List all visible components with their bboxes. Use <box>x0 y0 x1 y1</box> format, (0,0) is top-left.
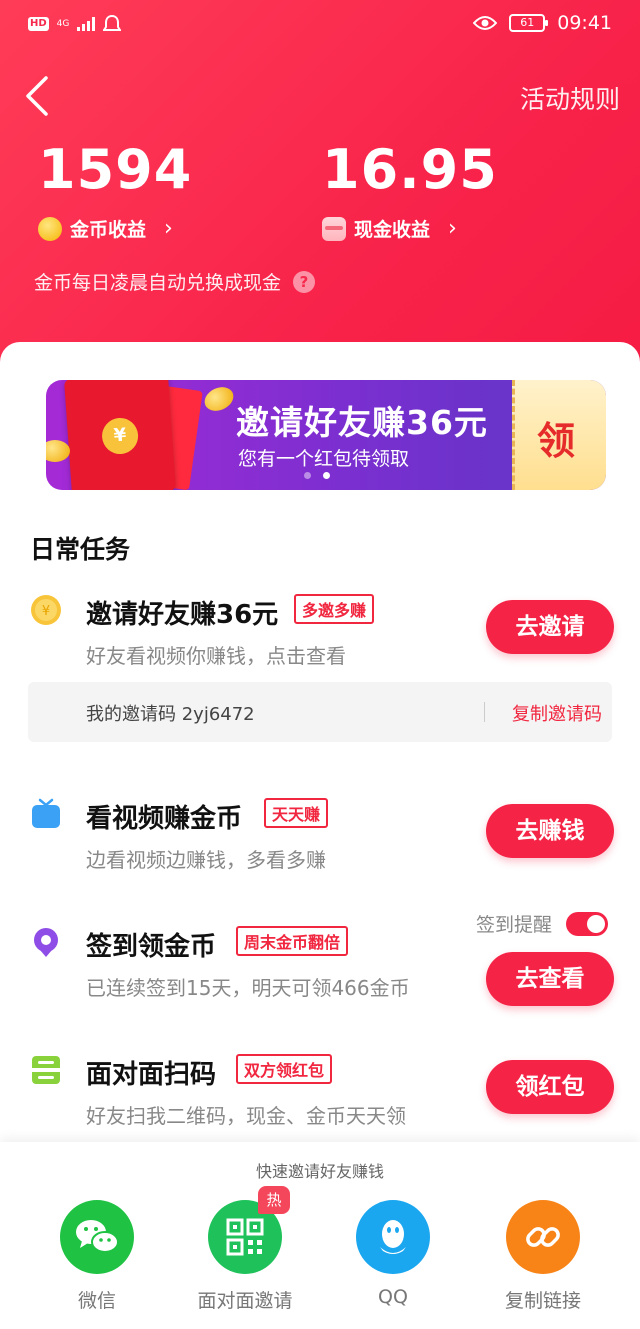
claim-red-packet-button[interactable]: 领红包 <box>486 1060 614 1114</box>
help-icon[interactable]: ? <box>293 270 316 293</box>
tv-icon <box>32 798 60 828</box>
back-button[interactable] <box>22 74 52 118</box>
coin-earnings-link[interactable]: 金币收益 › <box>38 215 192 242</box>
claim-ticket-label: 领 <box>537 419 576 463</box>
wechat-icon <box>60 1200 134 1274</box>
svg-text:¥: ¥ <box>42 604 50 619</box>
envelope-coin: ¥ <box>100 416 140 456</box>
task-title: 邀请好友赚36元 <box>86 600 279 630</box>
claim-ticket[interactable]: 领 <box>512 380 606 490</box>
task-desc: 已连续签到15天，明天可领466金币 <box>86 976 410 1000</box>
task-tag: 天天赚 <box>264 798 329 828</box>
cash-earnings-value: 16.95 <box>322 138 498 201</box>
cash-earnings-label: 现金收益 <box>354 219 431 241</box>
cash-earnings-link[interactable]: 现金收益 › <box>322 215 498 242</box>
scan-icon <box>32 1056 60 1084</box>
header: HD 4G 61 09:41 活动规则 1594 金币收益 › 16.95 现金… <box>0 0 640 400</box>
chevron-left-icon <box>26 76 48 116</box>
coin-decoration <box>200 382 238 416</box>
exchange-note-text: 金币每日凌晨自动兑换成现金 <box>34 272 282 294</box>
section-title: 日常任务 <box>30 535 131 564</box>
task-title: 看视频赚金币 <box>86 804 243 834</box>
chevron-right-icon: › <box>448 216 457 241</box>
clock: 09:41 <box>557 12 612 34</box>
coin-earnings-label: 金币收益 <box>70 219 147 241</box>
invite-code-box: 我的邀请码 2yj6472 复制邀请码 <box>28 682 612 742</box>
status-left: HD 4G <box>28 14 122 34</box>
invite-code: 我的邀请码 2yj6472 <box>86 704 255 725</box>
task-title: 面对面扫码 <box>86 1060 217 1090</box>
task-desc: 好友扫我二维码，现金、金币天天领 <box>86 1104 406 1128</box>
location-pin-icon <box>34 928 58 957</box>
task-title: 签到领金币 <box>86 932 217 962</box>
invite-banner[interactable]: ¥ 邀请好友赚36元 您有一个红包待领取 领 <box>46 380 606 490</box>
task-tag: 多邀多赚 <box>294 594 375 624</box>
signal-icon <box>77 17 96 31</box>
carousel-dots <box>304 472 330 479</box>
divider <box>484 702 485 722</box>
status-bar: HD 4G 61 09:41 <box>0 0 640 50</box>
task-desc: 好友看视频你赚钱，点击查看 <box>86 644 346 668</box>
share-wechat[interactable]: 微信 <box>27 1200 167 1313</box>
coin-earnings: 1594 金币收益 › <box>38 138 192 242</box>
link-icon <box>506 1200 580 1274</box>
cash-earnings: 16.95 现金收益 › <box>322 138 498 242</box>
network-type: 4G <box>56 18 70 29</box>
invite-button[interactable]: 去邀请 <box>486 600 614 654</box>
coin-decoration <box>46 440 70 462</box>
task-tag: 周末金币翻倍 <box>236 926 349 956</box>
activity-rules-link[interactable]: 活动规则 <box>520 80 620 116</box>
share-label: QQ <box>378 1286 408 1308</box>
sign-in-reminder: 签到提醒 <box>476 910 609 937</box>
sign-in-reminder-toggle[interactable] <box>566 911 609 936</box>
eye-icon <box>473 16 498 30</box>
earn-money-button[interactable]: 去赚钱 <box>486 804 614 858</box>
share-face-to-face[interactable]: 热 面对面邀请 <box>175 1186 315 1313</box>
hot-badge: 热 <box>258 1186 290 1214</box>
exchange-note: 金币每日凌晨自动兑换成现金 ? <box>34 268 316 295</box>
hd-badge: HD <box>28 17 49 31</box>
cash-icon <box>322 216 346 241</box>
share-title: 快速邀请好友赚钱 <box>255 1162 384 1181</box>
battery-icon: 61 <box>509 14 549 32</box>
share-copy-link[interactable]: 复制链接 <box>473 1200 613 1313</box>
share-label: 微信 <box>77 1290 116 1312</box>
coin-earnings-value: 1594 <box>38 138 193 201</box>
share-label: 面对面邀请 <box>197 1290 293 1312</box>
qq-icon <box>356 1200 430 1274</box>
qr-code-icon: 热 <box>208 1186 290 1274</box>
gold-coin-icon <box>38 216 62 241</box>
banner-title: 邀请好友赚36元 <box>236 403 488 442</box>
notification-icon <box>103 14 122 31</box>
share-bar: 快速邀请好友赚钱 微信 热 面对面邀请 QQ 复制链接 <box>0 1142 640 1329</box>
task-tag: 双方领红包 <box>236 1054 333 1084</box>
share-label: 复制链接 <box>504 1290 581 1312</box>
view-button[interactable]: 去查看 <box>486 952 614 1006</box>
red-envelope-icon: ¥ <box>64 380 176 490</box>
status-right: 61 09:41 <box>473 12 612 34</box>
copy-invite-code-button[interactable]: 复制邀请码 <box>512 700 602 726</box>
banner-subtitle: 您有一个红包待领取 <box>238 448 410 470</box>
chevron-right-icon: › <box>164 216 173 241</box>
sign-in-reminder-label: 签到提醒 <box>476 914 553 936</box>
coin-icon: ¥ <box>31 595 61 625</box>
share-qq[interactable]: QQ <box>323 1200 463 1308</box>
task-desc: 边看视频边赚钱，多看多赚 <box>86 848 326 872</box>
